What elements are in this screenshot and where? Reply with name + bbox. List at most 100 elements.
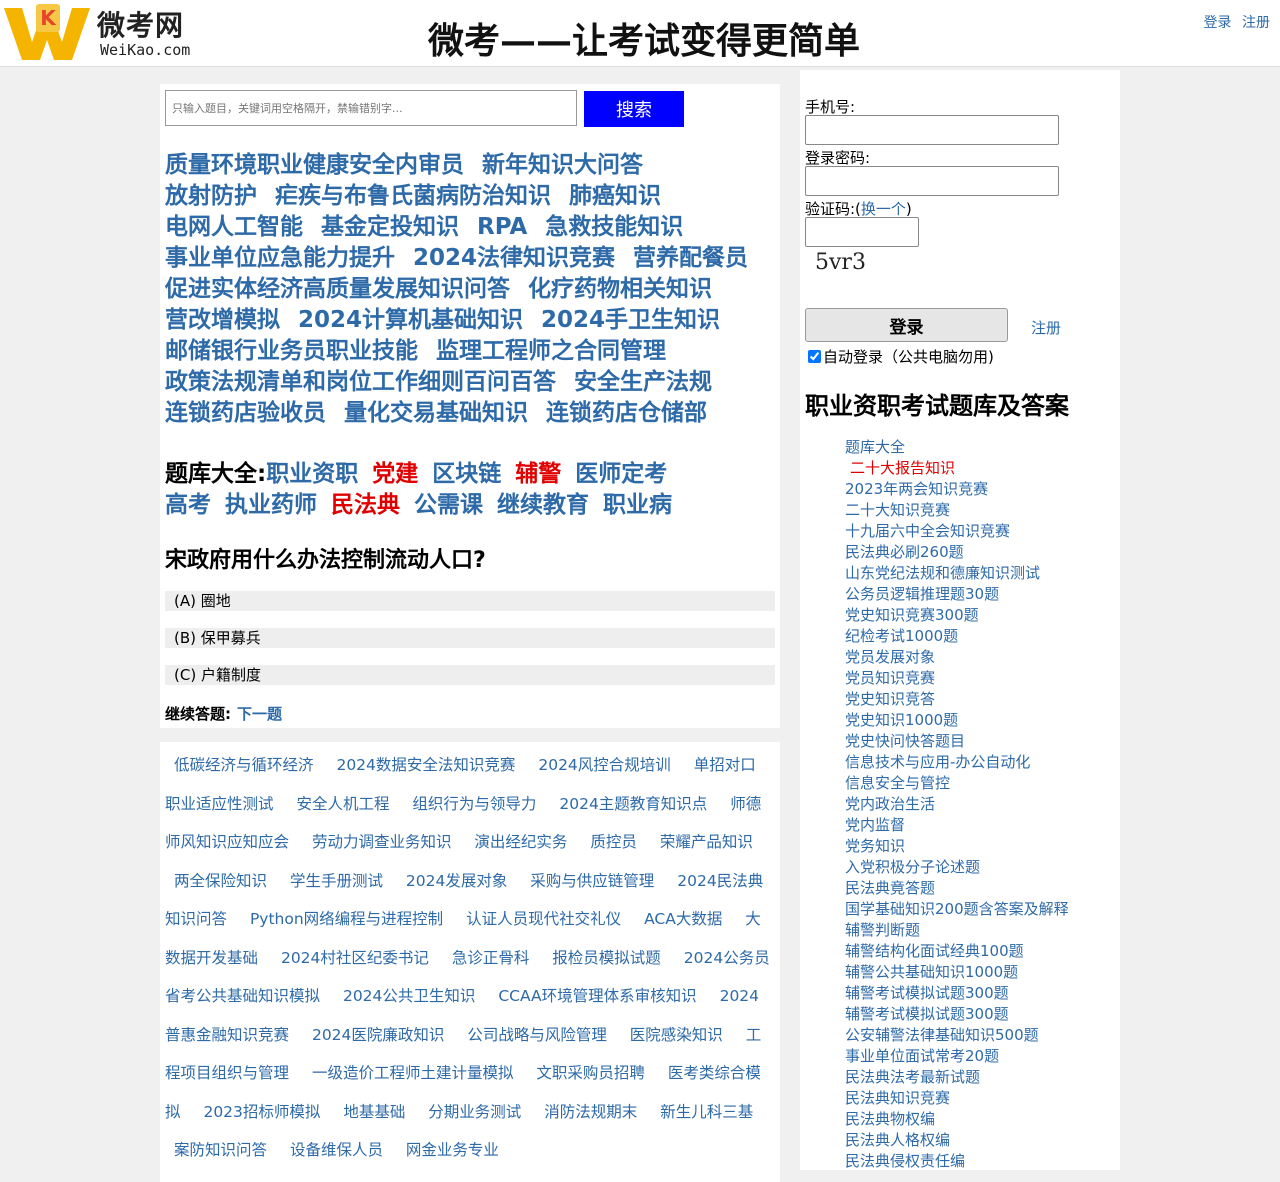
weikao-logo-icon[interactable]: K [2, 2, 92, 64]
topic-link[interactable]: 疟疾与布鲁氏菌病防治知识 [275, 183, 551, 209]
auto-login-check[interactable] [808, 350, 821, 363]
related-link[interactable]: 分期业务测试 [428, 1103, 521, 1121]
related-link[interactable]: 文职采购员招聘 [536, 1064, 645, 1082]
related-link[interactable]: 2024村社区纪委书记 [281, 949, 429, 967]
topic-link[interactable]: 政策法规清单和岗位工作细则百问百答 [165, 369, 556, 395]
next-question-link[interactable]: 下一题 [237, 705, 282, 723]
exam-link[interactable]: 辅警考试模拟试题300题 [845, 983, 1069, 1004]
related-link[interactable]: 学生手册测试 [290, 872, 383, 890]
topic-link[interactable]: 事业单位应急能力提升 [165, 245, 395, 271]
exam-link[interactable]: 二十大知识竞赛 [845, 500, 1069, 521]
exam-link[interactable]: 辅警考试模拟试题300题 [845, 1004, 1069, 1025]
related-link[interactable]: 两全保险知识 [174, 872, 267, 890]
exam-link[interactable]: 党史知识竞答 [845, 689, 1069, 710]
auto-login-checkbox[interactable]: 自动登录（公共电脑勿用) [808, 346, 994, 367]
related-link[interactable]: 地基基础 [343, 1103, 405, 1121]
answer-option-c[interactable]: (C) 户籍制度 [165, 665, 775, 685]
category-link-hot[interactable]: 党建 [372, 461, 418, 487]
answer-option-a[interactable]: (A) 圈地 [165, 591, 775, 611]
related-link[interactable]: CCAA环境管理体系审核知识 [498, 987, 696, 1005]
topic-link[interactable]: 量化交易基础知识 [344, 400, 528, 426]
topic-link[interactable]: 促进实体经济高质量发展知识问答 [165, 276, 510, 302]
exam-link[interactable]: 民法典侵权责任编 [845, 1151, 1069, 1172]
topic-link[interactable]: 电网人工智能 [165, 214, 303, 240]
login-button[interactable]: 登录 [805, 308, 1008, 342]
related-link[interactable]: Python网络编程与进程控制 [250, 910, 443, 928]
exam-link-hot[interactable]: 二十大报告知识 [845, 458, 1069, 479]
related-link[interactable]: 设备维保人员 [290, 1141, 383, 1159]
exam-link[interactable]: 党员发展对象 [845, 647, 1069, 668]
related-link[interactable]: 公司战略与风险管理 [467, 1026, 607, 1044]
exam-link[interactable]: 辅警公共基础知识1000题 [845, 962, 1069, 983]
related-link[interactable]: 采购与供应链管理 [530, 872, 654, 890]
topic-link[interactable]: RPA [477, 214, 527, 240]
category-link[interactable]: 高考 [165, 492, 211, 518]
topic-link[interactable]: 邮储银行业务员职业技能 [165, 338, 418, 364]
related-link[interactable]: 荣耀产品知识 [660, 833, 753, 851]
exam-link[interactable]: 山东党纪法规和德廉知识测试 [845, 563, 1069, 584]
search-input[interactable] [165, 90, 577, 126]
captcha-refresh-link[interactable]: 换一个 [861, 200, 906, 218]
related-link[interactable]: ACA大数据 [644, 910, 722, 928]
category-link[interactable]: 执业药师 [225, 492, 317, 518]
exam-link[interactable]: 党史知识1000题 [845, 710, 1069, 731]
category-link[interactable]: 继续教育 [497, 492, 589, 518]
exam-link[interactable]: 党员知识竞赛 [845, 668, 1069, 689]
topic-link[interactable]: 连锁药店验收员 [165, 400, 326, 426]
related-link[interactable]: 2024数据安全法知识竞赛 [336, 756, 515, 774]
top-register-link[interactable]: 注册 [1242, 15, 1270, 31]
exam-link[interactable]: 纪检考试1000题 [845, 626, 1069, 647]
related-link[interactable]: 医院感染知识 [630, 1026, 723, 1044]
exam-link[interactable]: 民法典人格权编 [845, 1130, 1069, 1151]
related-link[interactable]: 一级造价工程师土建计量模拟 [312, 1064, 514, 1082]
exam-link[interactable]: 党内政治生活 [845, 794, 1069, 815]
related-link[interactable]: 报检员模拟试题 [552, 949, 661, 967]
related-link[interactable]: 新生儿科三基 [660, 1103, 753, 1121]
related-link[interactable]: 组织行为与领导力 [412, 795, 536, 813]
category-link-hot[interactable]: 辅警 [515, 461, 561, 487]
password-input[interactable] [805, 166, 1059, 196]
phone-input[interactable] [805, 115, 1059, 145]
related-link[interactable]: 2024医院廉政知识 [312, 1026, 444, 1044]
related-link[interactable]: 2024公共卫生知识 [343, 987, 475, 1005]
topic-link[interactable]: 新年知识大问答 [482, 152, 643, 178]
topic-link[interactable]: 监理工程师之合同管理 [436, 338, 666, 364]
exam-link[interactable]: 辅警结构化面试经典100题 [845, 941, 1069, 962]
related-link[interactable]: 低碳经济与循环经济 [174, 756, 314, 774]
topic-link[interactable]: 连锁药店仓储部 [546, 400, 707, 426]
topic-link[interactable]: 基金定投知识 [321, 214, 459, 240]
related-link[interactable]: 认证人员现代社交礼仪 [466, 910, 621, 928]
category-link-hot[interactable]: 民法典 [331, 492, 400, 518]
exam-link[interactable]: 信息安全与管控 [845, 773, 1069, 794]
topic-link[interactable]: 肺癌知识 [569, 183, 661, 209]
captcha-image[interactable]: 5vr3 [815, 250, 866, 275]
exam-link[interactable]: 国学基础知识200题含答案及解释 [845, 899, 1069, 920]
category-link[interactable]: 医师定考 [575, 461, 667, 487]
topic-link[interactable]: 2024手卫生知识 [541, 307, 720, 333]
topic-link[interactable]: 营养配餐员 [633, 245, 748, 271]
exam-link[interactable]: 党务知识 [845, 836, 1069, 857]
captcha-input[interactable] [805, 217, 919, 247]
exam-link[interactable]: 题库大全 [845, 437, 1069, 458]
category-link[interactable]: 职业资职 [266, 461, 358, 487]
related-link[interactable]: 2024风控合规培训 [538, 756, 670, 774]
related-link[interactable]: 劳动力调查业务知识 [312, 833, 452, 851]
top-login-link[interactable]: 登录 [1204, 15, 1232, 31]
topic-link[interactable]: 化疗药物相关知识 [528, 276, 712, 302]
related-link[interactable]: 2024发展对象 [406, 872, 507, 890]
exam-link[interactable]: 公务员逻辑推理题30题 [845, 584, 1069, 605]
exam-link[interactable]: 民法典知识竞赛 [845, 1088, 1069, 1109]
register-link[interactable]: 注册 [1031, 317, 1061, 338]
search-button[interactable]: 搜索 [584, 91, 684, 127]
related-link[interactable]: 网金业务专业 [406, 1141, 499, 1159]
topic-link[interactable]: 2024计算机基础知识 [298, 307, 523, 333]
topic-link[interactable]: 质量环境职业健康安全内审员 [165, 152, 464, 178]
related-link[interactable]: 消防法规期末 [544, 1103, 637, 1121]
category-link[interactable]: 区块链 [432, 461, 501, 487]
exam-link[interactable]: 事业单位面试常考20题 [845, 1046, 1069, 1067]
related-link[interactable]: 2024主题教育知识点 [559, 795, 707, 813]
related-link[interactable]: 2023招标师模拟 [203, 1103, 320, 1121]
exam-link[interactable]: 民法典竟答题 [845, 878, 1069, 899]
exam-link[interactable]: 民法典法考最新试题 [845, 1067, 1069, 1088]
exam-link[interactable]: 党史快问快答题目 [845, 731, 1069, 752]
